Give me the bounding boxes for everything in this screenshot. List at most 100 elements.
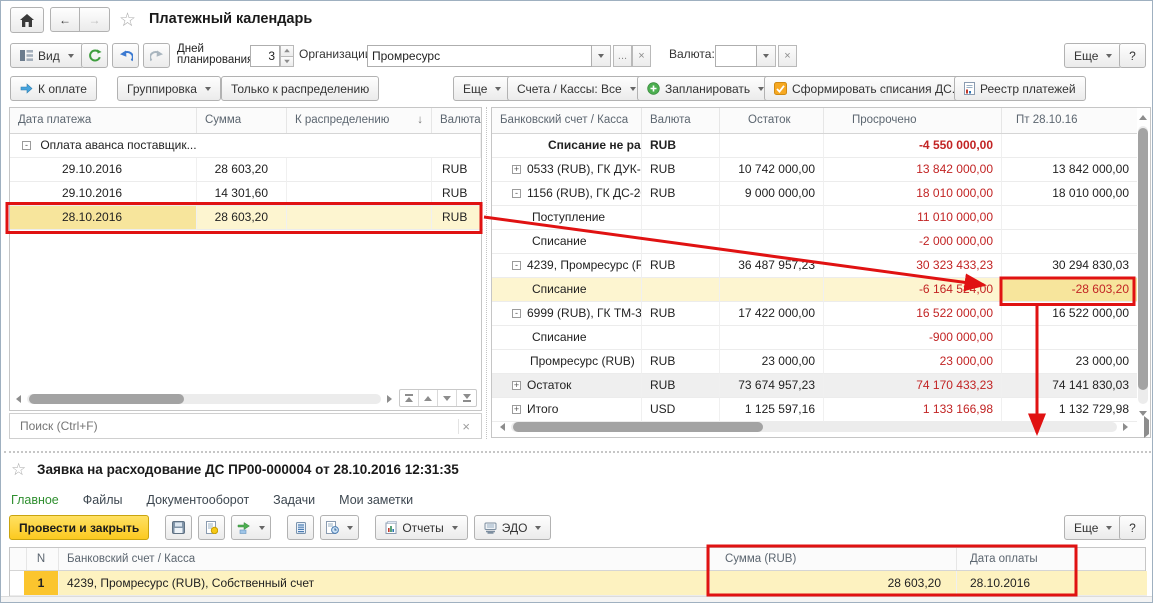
tab-notes[interactable]: Мои заметки [339, 493, 413, 507]
reports-button[interactable]: Отчеты [375, 515, 467, 540]
search-clear-icon[interactable]: × [458, 419, 473, 434]
accounts-filter-button[interactable]: Счета / Кассы: Все [507, 76, 646, 101]
panel-splitter[interactable] [486, 107, 487, 439]
document-help-button[interactable]: ? [1119, 515, 1146, 540]
table-row-account[interactable]: -6999 (RUB), ГК ТМ-30 RUB 17 422 000,00 … [492, 302, 1137, 326]
horizontal-scrollbar[interactable] [494, 418, 1134, 436]
scroll-left-icon[interactable] [12, 392, 25, 406]
collapse-icon[interactable]: - [512, 189, 521, 198]
planning-days-stepper[interactable] [250, 45, 294, 67]
favorite-star-icon[interactable]: ☆ [119, 9, 136, 32]
spin-up-icon[interactable] [280, 45, 294, 57]
organization-clear-button[interactable]: × [632, 45, 651, 67]
scroll-right-icon[interactable] [1119, 420, 1132, 434]
back-button[interactable]: ← [50, 7, 80, 32]
spin-down-icon[interactable] [280, 57, 294, 68]
form-more-button[interactable]: Еще [1064, 43, 1122, 68]
redo-button[interactable] [143, 43, 170, 68]
table-row-account[interactable]: -4239, Промресурс (RUB), ... RUB 36 487 … [492, 254, 1137, 278]
go-last-icon[interactable] [457, 390, 476, 406]
form-writeoffs-button[interactable]: Сформировать списания ДС... [764, 76, 972, 101]
tab-workflow[interactable]: Документооборот [146, 493, 249, 507]
table-row-inflow[interactable]: Поступление 11 010 000,00 [492, 206, 1137, 230]
tab-tasks[interactable]: Задачи [273, 493, 315, 507]
schedule-button[interactable] [320, 515, 359, 540]
collapse-icon[interactable]: - [512, 261, 521, 270]
register-records-button[interactable] [287, 515, 314, 540]
tab-main[interactable]: Главное [11, 493, 59, 507]
currency-clear-button[interactable]: × [778, 45, 797, 67]
column-header-amount[interactable]: Сумма (RUB) [710, 548, 957, 570]
table-row-selected[interactable]: 28.10.2016 28 603,20 RUB [10, 206, 481, 230]
column-header-date[interactable]: Дата оплаты [957, 548, 1077, 570]
plan-button[interactable]: Запланировать [637, 76, 774, 101]
column-header-currency[interactable]: Валюта [432, 108, 483, 133]
payment-registry-button[interactable]: Реестр платежей [954, 76, 1086, 101]
scroll-right-icon[interactable] [383, 392, 396, 406]
table-row-unallocated[interactable]: Списание не распределено RUB -4 550 000,… [492, 134, 1137, 158]
table-row-writeoff[interactable]: Списание -2 000 000,00 [492, 230, 1137, 254]
group-row[interactable]: - Оплата аванса поставщик... [10, 134, 481, 158]
collapse-icon[interactable]: - [512, 309, 521, 318]
column-header-n[interactable]: N [24, 548, 59, 570]
expand-icon[interactable]: + [512, 381, 521, 390]
table-row-account[interactable]: -1156 (RUB), ГК ДС-20 RUB 9 000 000,00 1… [492, 182, 1137, 206]
column-header-distribution[interactable]: К распределению ↓ [287, 108, 432, 133]
to-pay-button[interactable]: К оплате [10, 76, 97, 101]
vertical-scrollbar[interactable] [1136, 108, 1150, 422]
tab-files[interactable]: Файлы [83, 493, 123, 507]
edo-button[interactable]: ЭДО [474, 515, 552, 540]
corner-scroll-right-icon[interactable] [1144, 420, 1149, 434]
column-header-account[interactable]: Банковский счет / Касса [59, 548, 710, 570]
undo-button[interactable] [112, 43, 139, 68]
column-header-account[interactable]: Банковский счет / Касса [492, 108, 642, 133]
table-row-balance-total[interactable]: +Остаток RUB 73 674 957,23 74 170 433,23… [492, 374, 1137, 398]
organization-input[interactable] [367, 45, 592, 67]
expand-icon[interactable]: + [512, 405, 521, 414]
column-header-overdue[interactable]: Просрочено [824, 108, 1002, 133]
currency-field[interactable]: × [715, 45, 797, 67]
grouping-button[interactable]: Группировка [117, 76, 221, 101]
document-more-button[interactable]: Еще [1064, 515, 1122, 540]
collapse-icon[interactable]: - [22, 141, 31, 150]
currency-input[interactable] [715, 45, 757, 67]
organization-dropdown[interactable] [592, 45, 611, 67]
table-row-account[interactable]: Промресурс (RUB) RUB 23 000,00 23 000,00… [492, 350, 1137, 374]
only-distribution-button[interactable]: Только к распределению [221, 76, 379, 101]
document-table-row-selected[interactable]: 1 4239, Промресурс (RUB), Собственный сч… [10, 571, 1145, 596]
refresh-button[interactable] [81, 43, 108, 68]
post-and-close-button[interactable]: Провести и закрыть [9, 515, 149, 540]
horizontal-scrollbar[interactable] [10, 390, 398, 408]
column-header-currency[interactable]: Валюта [642, 108, 720, 133]
scroll-left-icon[interactable] [496, 420, 509, 434]
column-header-date[interactable]: Дата платежа [10, 108, 197, 133]
create-based-on-button[interactable] [231, 515, 271, 540]
organization-field[interactable]: ... × [367, 45, 651, 67]
table-row-writeoff-selected[interactable]: Списание -6 164 524,00 -28 603,20 [492, 278, 1137, 302]
help-button[interactable]: ? [1119, 43, 1146, 68]
table-row[interactable]: 29.10.2016 14 301,60 RUB [10, 182, 481, 206]
save-button[interactable] [165, 515, 192, 540]
search-input[interactable]: × [9, 413, 482, 439]
column-header-amount[interactable]: Сумма [197, 108, 287, 133]
table-row-writeoff[interactable]: Списание -900 000,00 [492, 326, 1137, 350]
currency-dropdown[interactable] [757, 45, 776, 67]
scroll-up-icon[interactable] [1137, 110, 1150, 124]
planning-days-input[interactable] [250, 45, 280, 67]
table-row-account[interactable]: +0533 (RUB), ГК ДУК-15 RUB 10 742 000,00… [492, 158, 1137, 182]
section-splitter[interactable] [4, 451, 1151, 453]
left-panel-more-button[interactable]: Еще [453, 76, 511, 101]
search-field[interactable] [18, 418, 458, 434]
go-down-icon[interactable] [438, 390, 457, 406]
column-header-day[interactable]: Пт 28.10.16 [1002, 108, 1137, 133]
view-button[interactable]: Вид [10, 43, 84, 68]
favorite-star-icon[interactable]: ☆ [11, 460, 26, 480]
home-button[interactable] [10, 7, 44, 33]
expand-icon[interactable]: + [512, 165, 521, 174]
post-button[interactable] [198, 515, 225, 540]
table-row[interactable]: 29.10.2016 28 603,20 RUB [10, 158, 481, 182]
go-first-icon[interactable] [400, 390, 419, 406]
go-up-icon[interactable] [419, 390, 438, 406]
organization-ellipsis-button[interactable]: ... [613, 45, 632, 67]
column-header-balance[interactable]: Остаток [720, 108, 824, 133]
